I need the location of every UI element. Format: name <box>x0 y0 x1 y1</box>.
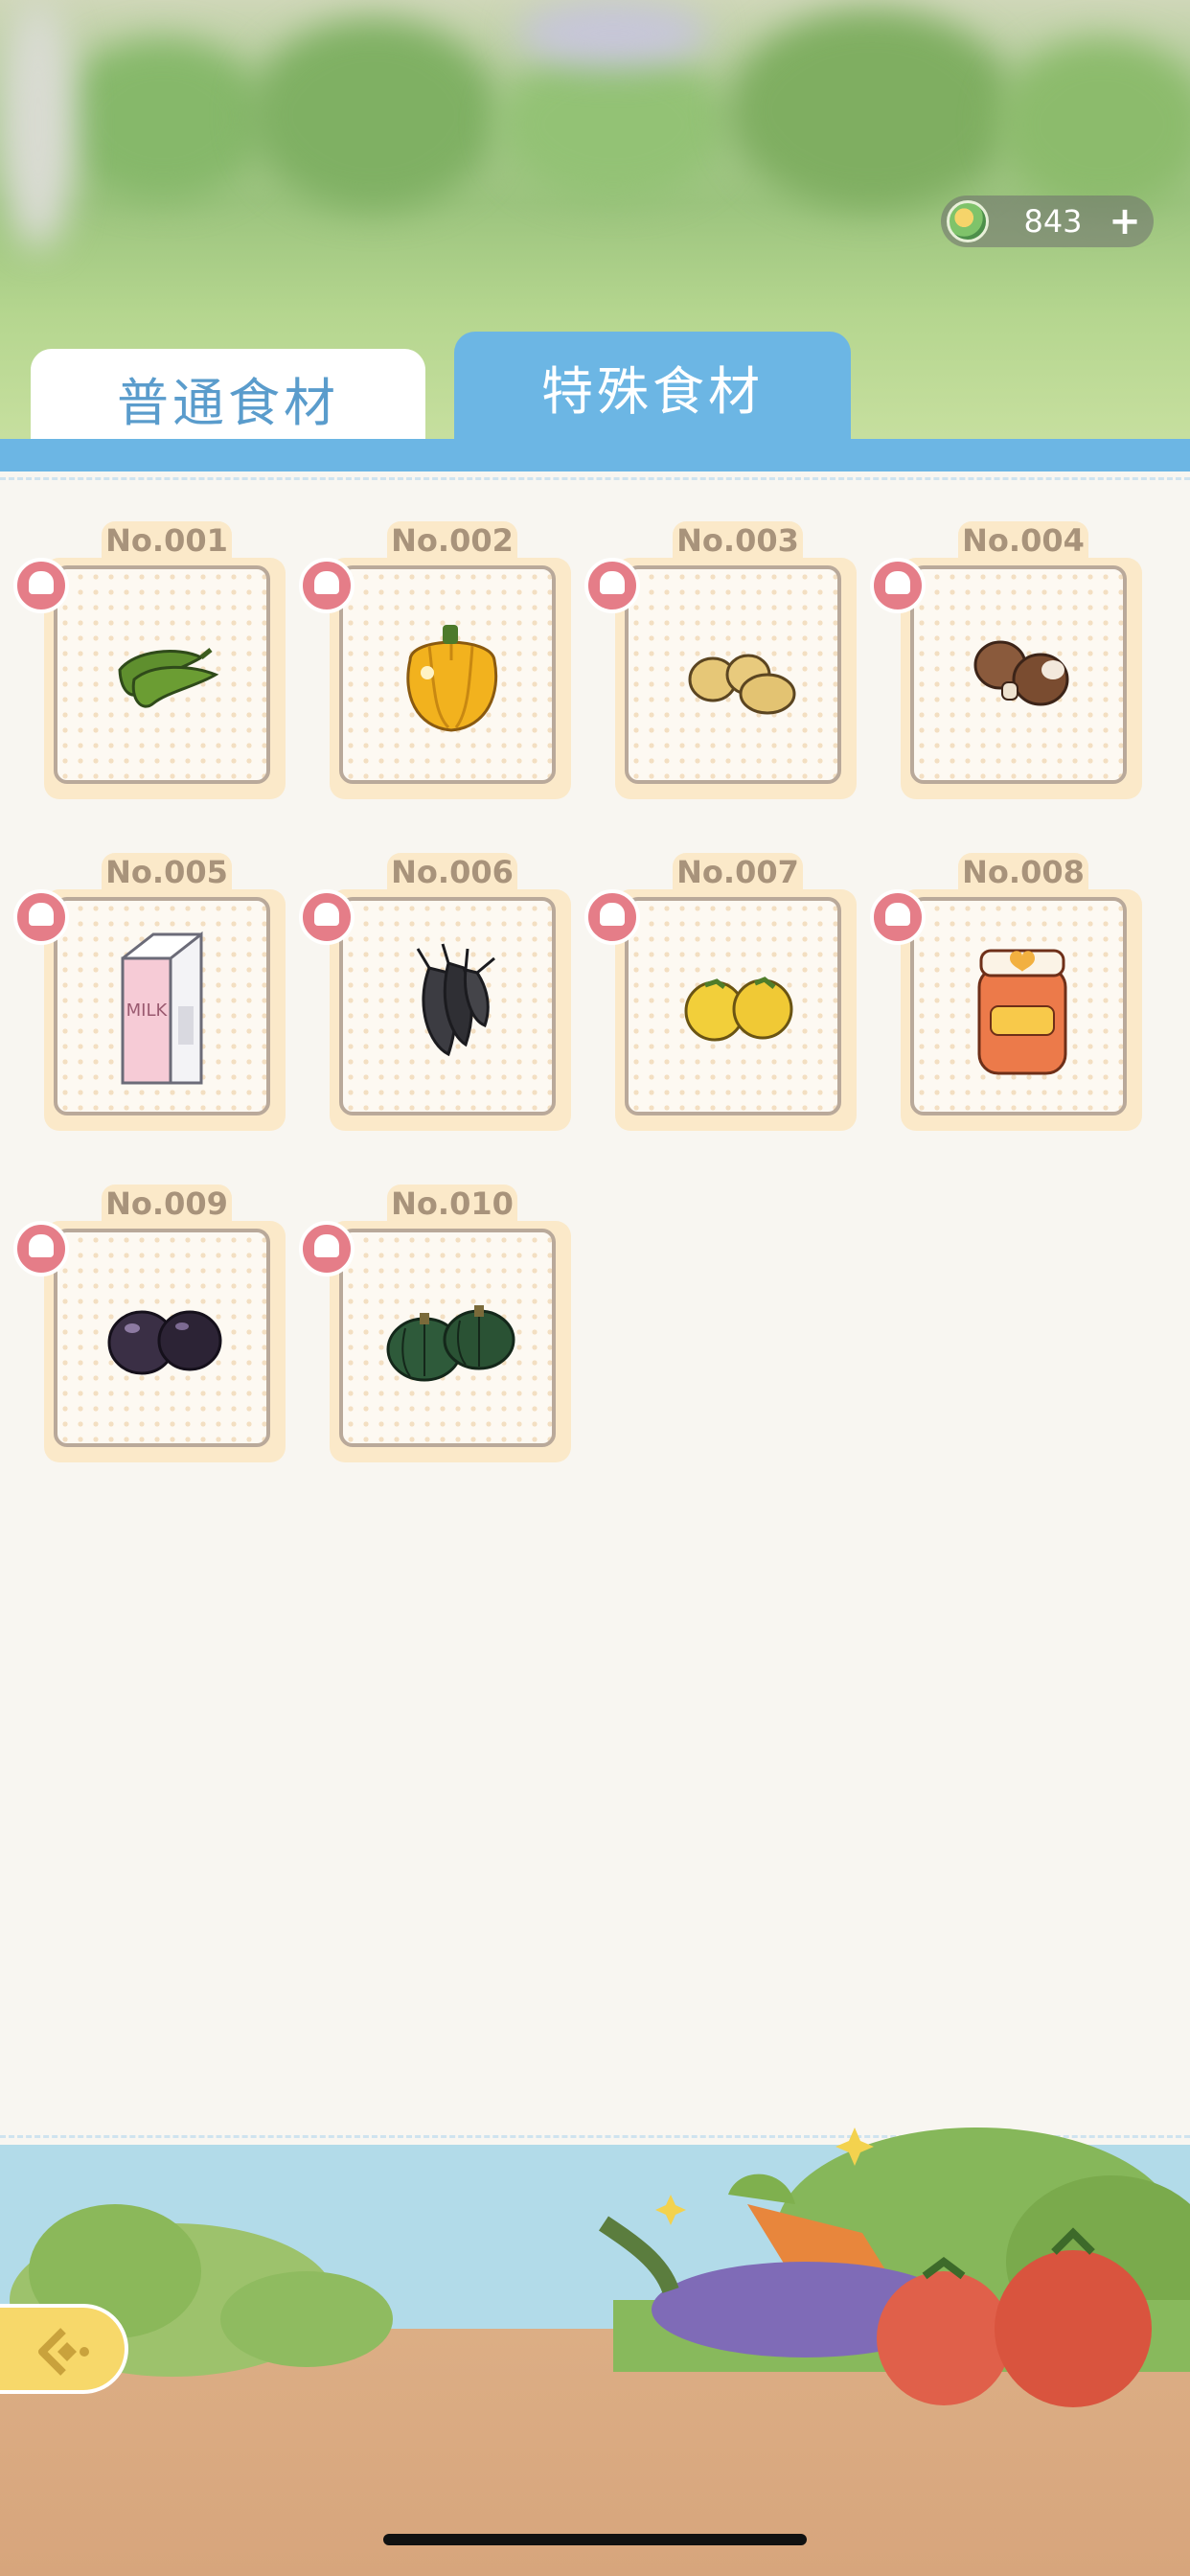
chef-hat-badge <box>584 558 640 613</box>
ingredient-card[interactable]: No.003 <box>584 521 857 799</box>
chef-hat-badge <box>299 1221 355 1276</box>
coin-icon <box>947 200 989 242</box>
pumpkin-icon <box>386 1305 515 1382</box>
mushroom-icon <box>973 640 1069 706</box>
ingredient-number: No.009 <box>102 1184 232 1223</box>
tab-special-ingredients[interactable]: 特殊食材 <box>454 332 851 443</box>
ingredient-grid: No.001 No.002 No.003 No.004 No.005 MILK … <box>0 472 1190 2101</box>
ingredient-card[interactable]: No.009 <box>13 1184 286 1462</box>
back-button[interactable] <box>0 2304 128 2394</box>
back-arrow-icon <box>38 2328 89 2376</box>
chef-hat-badge <box>584 889 640 945</box>
ingredient-number: No.007 <box>673 853 803 891</box>
tab-normal-ingredients[interactable]: 普通食材 <box>31 349 425 441</box>
add-currency-button[interactable]: + <box>1106 202 1144 241</box>
milk-carton-icon: MILK <box>121 931 203 1085</box>
ingredient-card[interactable]: No.010 <box>299 1184 571 1462</box>
ingredient-panel: No.001 No.002 No.003 No.004 No.005 MILK … <box>0 472 1190 2141</box>
green-pepper-icon <box>118 648 219 708</box>
ingredient-card[interactable]: No.006 <box>299 853 571 1131</box>
ingredient-card[interactable]: No.005 MILK <box>13 853 286 1131</box>
tab-underline-bar <box>0 439 1190 472</box>
ingredient-number: No.010 <box>387 1184 517 1223</box>
chef-hat-badge <box>299 558 355 613</box>
chef-hat-badge <box>870 558 926 613</box>
ingredient-card[interactable]: No.001 <box>13 521 286 799</box>
chef-hat-badge <box>299 889 355 945</box>
ingredient-card[interactable]: No.007 <box>584 853 857 1131</box>
currency-counter: 843 + <box>941 196 1154 247</box>
ingredient-card[interactable]: No.004 <box>870 521 1142 799</box>
vegetable-decoration <box>10 2128 1190 2407</box>
ingredient-number: No.003 <box>673 521 803 560</box>
ingredient-number: No.005 <box>102 853 232 891</box>
bell-pepper-icon <box>406 625 498 732</box>
chef-hat-badge <box>13 1221 69 1276</box>
ingredient-number: No.001 <box>102 521 232 560</box>
yellow-tomato-icon <box>684 977 793 1042</box>
currency-value: 843 <box>1023 203 1083 240</box>
ingredient-card[interactable]: No.002 <box>299 521 571 799</box>
chef-hat-badge <box>13 889 69 945</box>
shrimp-icon <box>416 943 495 1057</box>
eggplant-icon <box>107 1310 222 1375</box>
ingredient-number: No.004 <box>958 521 1088 560</box>
milk-label: MILK <box>126 1000 169 1021</box>
ingredient-number: No.006 <box>387 853 517 891</box>
potato-icon <box>688 654 796 715</box>
ingredient-number: No.008 <box>958 853 1088 891</box>
ingredient-number: No.002 <box>387 521 517 560</box>
jam-jar-icon <box>977 949 1067 1075</box>
ingredient-card[interactable]: No.008 <box>870 853 1142 1131</box>
chef-hat-badge <box>13 558 69 613</box>
home-indicator <box>383 2534 807 2545</box>
chef-hat-badge <box>870 889 926 945</box>
